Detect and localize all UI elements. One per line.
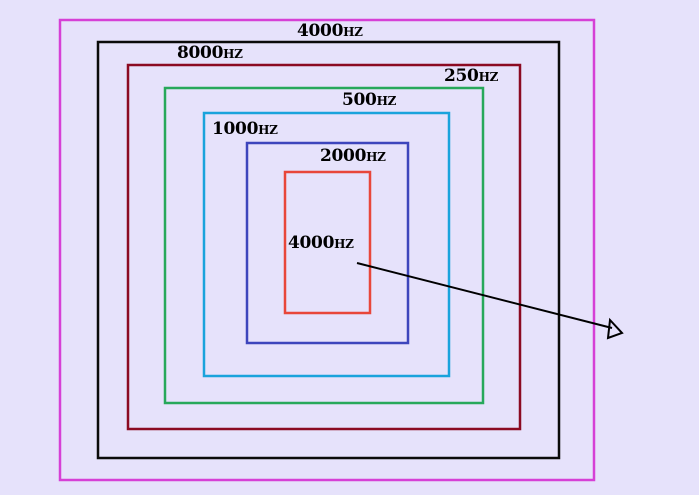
magenta-box-label: 4000hz: [297, 21, 363, 41]
green-box-label: 500hz: [342, 90, 397, 110]
red-box-label: 4000hz: [288, 233, 354, 253]
arrow-shaft: [356, 262, 613, 329]
arrowhead: [606, 317, 624, 340]
arrow: [356, 262, 624, 340]
black-box-label: 8000hz: [177, 43, 243, 63]
maroon-box-label: 250hz: [444, 66, 499, 86]
blue-box-label: 2000hz: [320, 146, 386, 166]
cyan-box-label: 1000hz: [212, 119, 278, 139]
